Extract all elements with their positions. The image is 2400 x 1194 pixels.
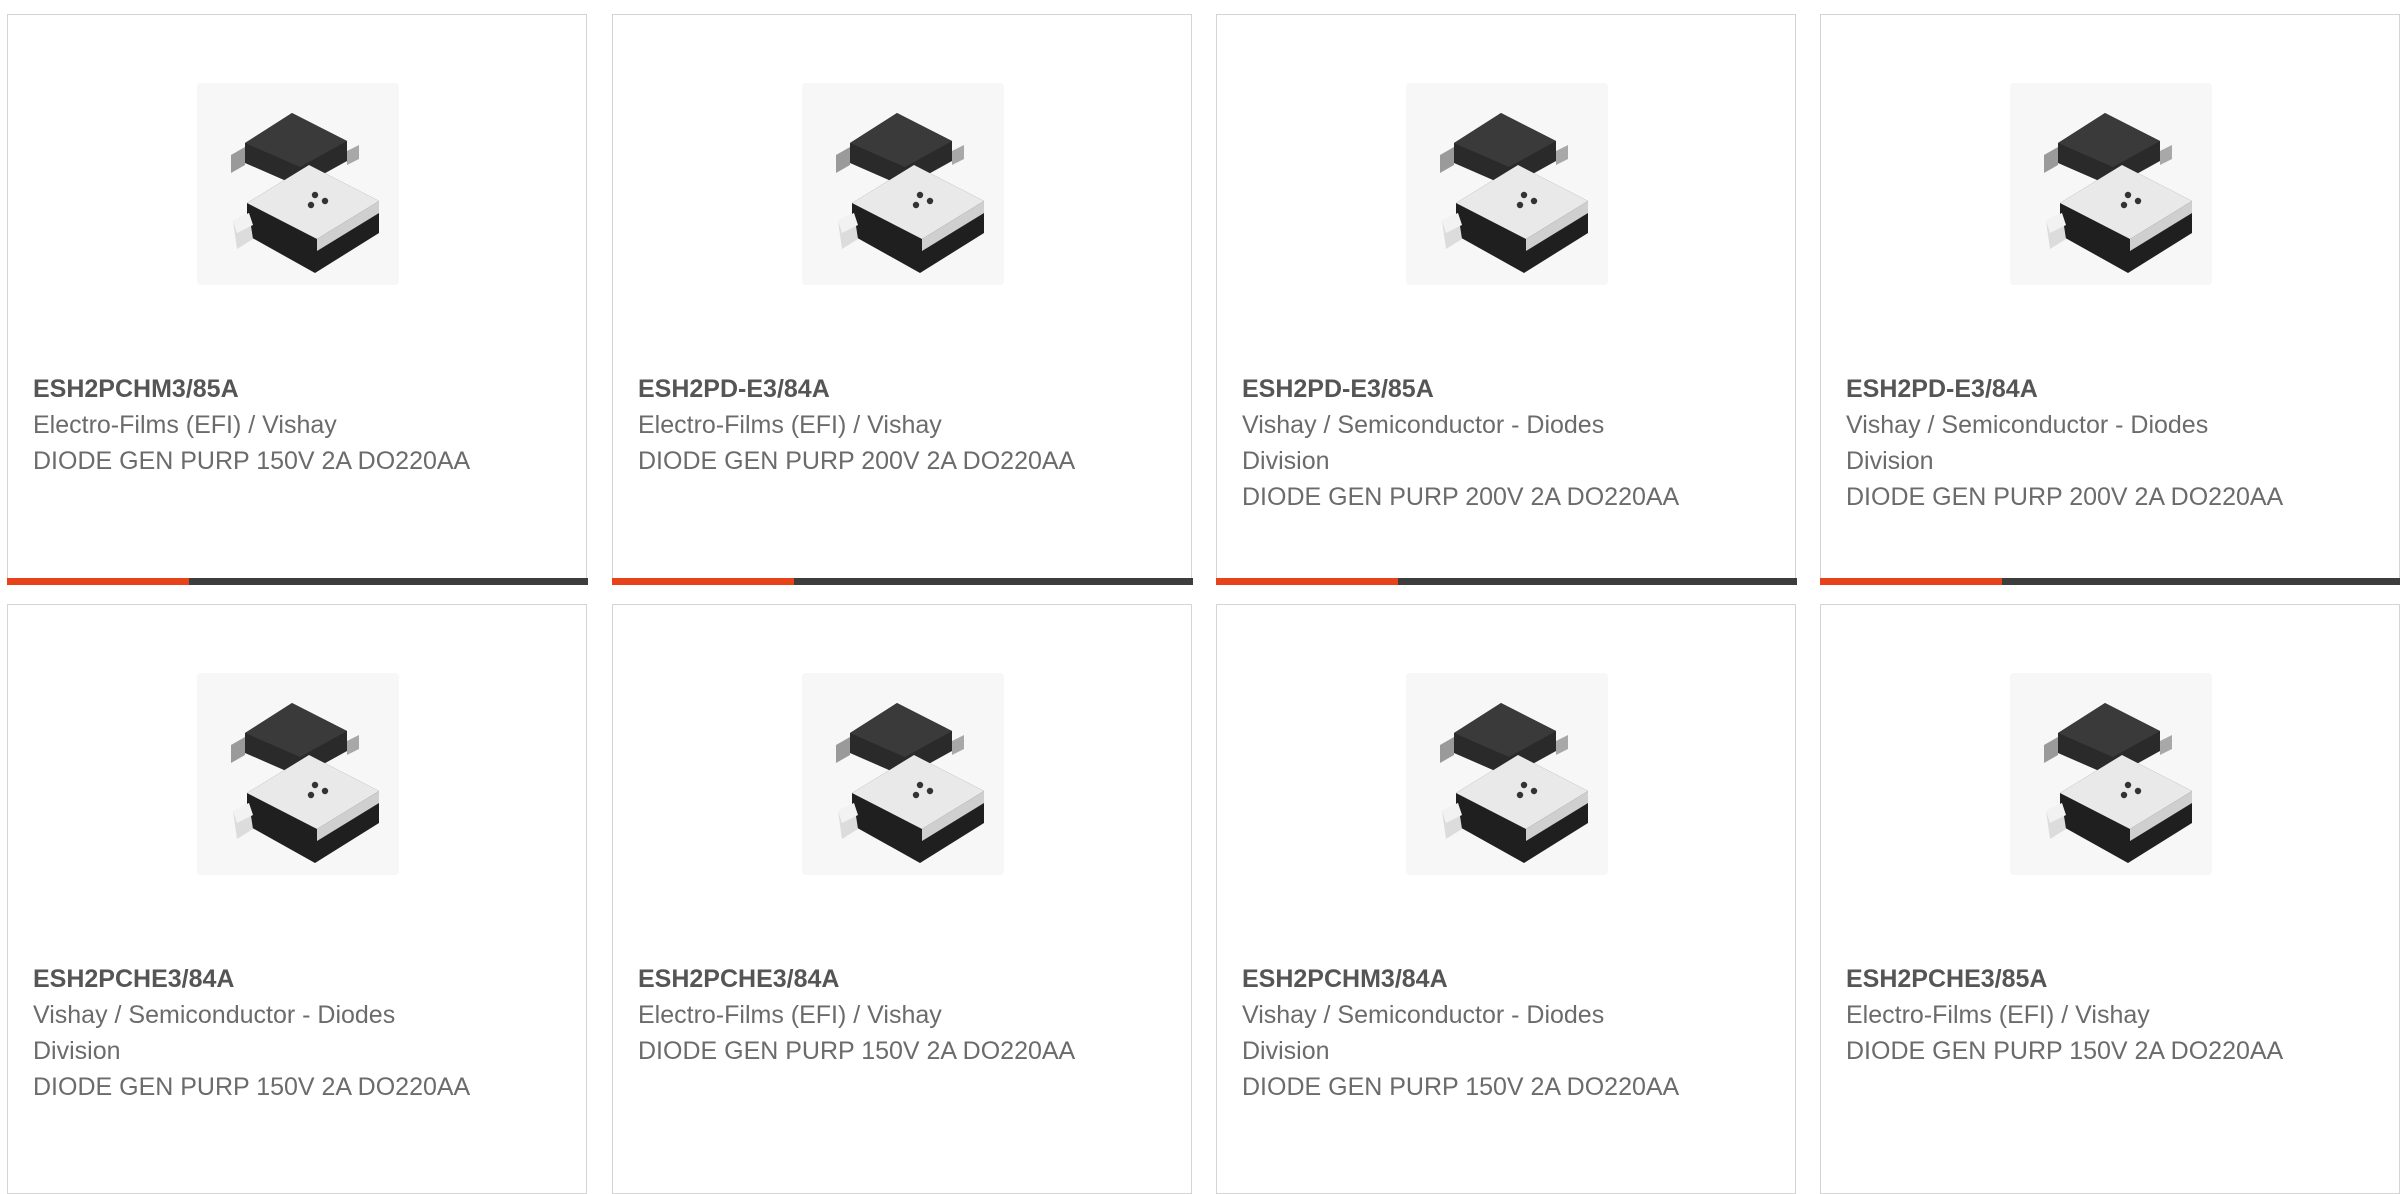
product-description: DIODE GEN PURP 200V 2A DO220AA: [1846, 479, 2296, 515]
product-card[interactable]: ESH2PD-E3/84AElectro-Films (EFI) / Visha…: [612, 14, 1192, 584]
part-number[interactable]: ESH2PCHE3/84A: [638, 961, 1088, 997]
card-bottom-bar: [1216, 578, 1797, 585]
product-card[interactable]: ESH2PCHE3/84AElectro-Films (EFI) / Visha…: [612, 604, 1192, 1194]
product-description: DIODE GEN PURP 150V 2A DO220AA: [33, 1069, 483, 1105]
diode-package-icon[interactable]: [1406, 673, 1608, 875]
product-info: ESH2PD-E3/84AElectro-Films (EFI) / Visha…: [638, 371, 1088, 479]
product-grid: ESH2PCHM3/85AElectro-Films (EFI) / Visha…: [0, 0, 2400, 1167]
product-description: DIODE GEN PURP 200V 2A DO220AA: [1242, 479, 1692, 515]
manufacturer: Electro-Films (EFI) / Vishay: [638, 997, 1088, 1033]
product-description: DIODE GEN PURP 150V 2A DO220AA: [33, 443, 483, 479]
part-number[interactable]: ESH2PD-E3/85A: [1242, 371, 1692, 407]
card-accent-bar: [612, 578, 794, 585]
manufacturer: Vishay / Semiconductor - Diodes Division: [1242, 407, 1692, 479]
card-bottom-bar: [7, 578, 588, 585]
product-description: DIODE GEN PURP 200V 2A DO220AA: [638, 443, 1088, 479]
part-number[interactable]: ESH2PCHE3/84A: [33, 961, 483, 997]
card-accent-bar: [7, 578, 189, 585]
product-description: DIODE GEN PURP 150V 2A DO220AA: [1846, 1033, 2296, 1069]
product-card[interactable]: ESH2PD-E3/84AVishay / Semiconductor - Di…: [1820, 14, 2400, 584]
part-number[interactable]: ESH2PCHM3/84A: [1242, 961, 1692, 997]
manufacturer: Electro-Films (EFI) / Vishay: [638, 407, 1088, 443]
manufacturer: Electro-Films (EFI) / Vishay: [33, 407, 483, 443]
manufacturer: Electro-Films (EFI) / Vishay: [1846, 997, 2296, 1033]
product-info: ESH2PCHE3/84AElectro-Films (EFI) / Visha…: [638, 961, 1088, 1069]
manufacturer: Vishay / Semiconductor - Diodes Division: [33, 997, 483, 1069]
diode-package-icon[interactable]: [197, 83, 399, 285]
diode-package-icon[interactable]: [2010, 673, 2212, 875]
product-card[interactable]: ESH2PCHE3/85AElectro-Films (EFI) / Visha…: [1820, 604, 2400, 1194]
product-info: ESH2PCHM3/85AElectro-Films (EFI) / Visha…: [33, 371, 483, 479]
part-number[interactable]: ESH2PD-E3/84A: [1846, 371, 2296, 407]
card-accent-bar: [1216, 578, 1398, 585]
diode-package-icon[interactable]: [802, 83, 1004, 285]
product-info: ESH2PCHE3/84AVishay / Semiconductor - Di…: [33, 961, 483, 1105]
diode-package-icon[interactable]: [197, 673, 399, 875]
product-card[interactable]: ESH2PCHM3/84AVishay / Semiconductor - Di…: [1216, 604, 1796, 1194]
part-number[interactable]: ESH2PCHM3/85A: [33, 371, 483, 407]
product-info: ESH2PCHE3/85AElectro-Films (EFI) / Visha…: [1846, 961, 2296, 1069]
diode-package-icon[interactable]: [1406, 83, 1608, 285]
product-info: ESH2PD-E3/85AVishay / Semiconductor - Di…: [1242, 371, 1692, 515]
product-card[interactable]: ESH2PCHM3/85AElectro-Films (EFI) / Visha…: [7, 14, 587, 584]
manufacturer: Vishay / Semiconductor - Diodes Division: [1846, 407, 2296, 479]
card-bottom-bar: [1820, 578, 2400, 585]
card-accent-bar: [1820, 578, 2002, 585]
product-card[interactable]: ESH2PCHE3/84AVishay / Semiconductor - Di…: [7, 604, 587, 1194]
part-number[interactable]: ESH2PCHE3/85A: [1846, 961, 2296, 997]
product-card[interactable]: ESH2PD-E3/85AVishay / Semiconductor - Di…: [1216, 14, 1796, 584]
card-bottom-bar: [612, 578, 1193, 585]
diode-package-icon[interactable]: [802, 673, 1004, 875]
diode-package-icon[interactable]: [2010, 83, 2212, 285]
manufacturer: Vishay / Semiconductor - Diodes Division: [1242, 997, 1692, 1069]
product-description: DIODE GEN PURP 150V 2A DO220AA: [1242, 1069, 1692, 1105]
product-description: DIODE GEN PURP 150V 2A DO220AA: [638, 1033, 1088, 1069]
product-info: ESH2PCHM3/84AVishay / Semiconductor - Di…: [1242, 961, 1692, 1105]
product-info: ESH2PD-E3/84AVishay / Semiconductor - Di…: [1846, 371, 2296, 515]
part-number[interactable]: ESH2PD-E3/84A: [638, 371, 1088, 407]
